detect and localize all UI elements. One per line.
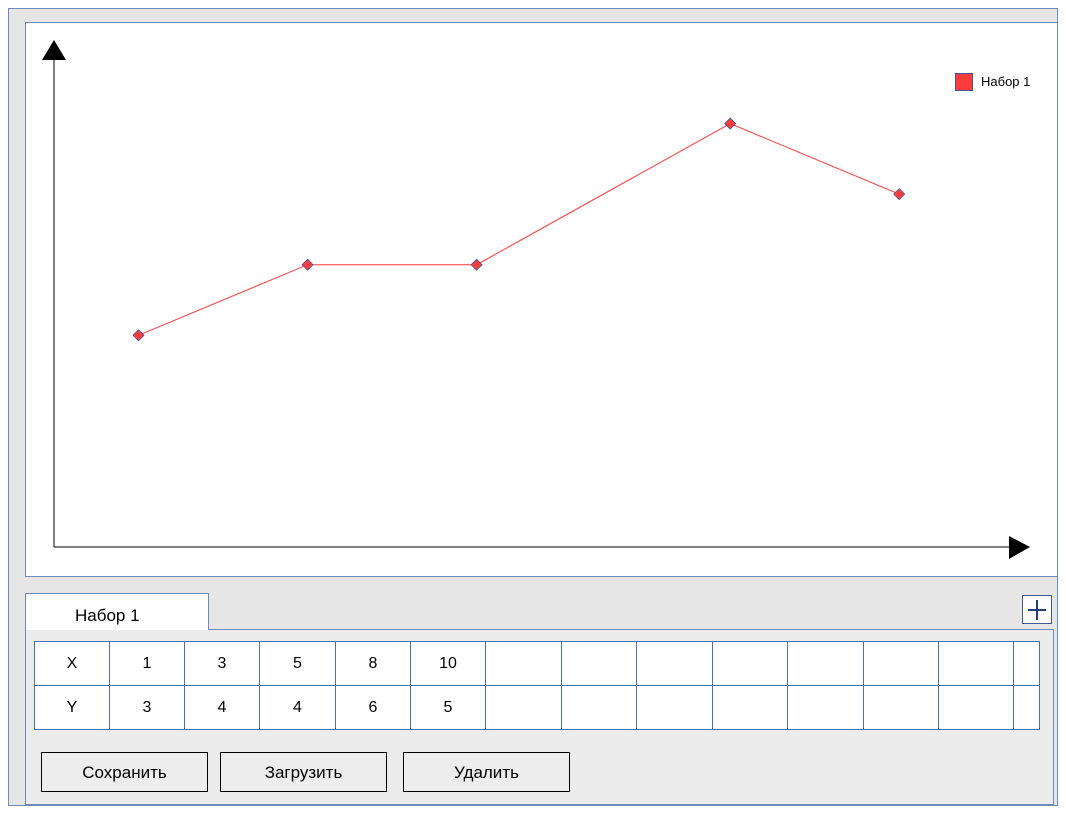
table-cell[interactable] bbox=[787, 641, 864, 686]
table-cell[interactable] bbox=[485, 685, 562, 730]
data-point bbox=[724, 117, 737, 130]
data-point bbox=[893, 188, 906, 201]
tab-dataset-1[interactable]: Набор 1 bbox=[25, 593, 209, 630]
table-cell[interactable]: 5 bbox=[259, 641, 336, 686]
line-chart bbox=[42, 40, 1030, 559]
table-cell[interactable]: 5 bbox=[410, 685, 486, 730]
data-point bbox=[470, 258, 483, 271]
table-cell[interactable] bbox=[863, 641, 939, 686]
table-cell[interactable] bbox=[1013, 641, 1040, 686]
table-cell[interactable]: 4 bbox=[259, 685, 336, 730]
table-cell[interactable]: 1 bbox=[109, 641, 185, 686]
table-cell[interactable]: 10 bbox=[410, 641, 486, 686]
table-cell[interactable] bbox=[938, 685, 1014, 730]
table-row: Y34465 bbox=[34, 685, 1040, 730]
table-cell[interactable] bbox=[1013, 685, 1040, 730]
table-cell[interactable] bbox=[561, 685, 637, 730]
table-cell[interactable] bbox=[863, 685, 939, 730]
table-cell[interactable]: 4 bbox=[184, 685, 260, 730]
x-axis-arrow bbox=[1009, 536, 1030, 559]
table-cell[interactable]: 3 bbox=[184, 641, 260, 686]
load-button[interactable]: Загрузить bbox=[220, 752, 387, 792]
data-table: X 1 3 5 8 10 Y 3 4 4 6 5 bbox=[34, 641, 1040, 730]
table-cell[interactable] bbox=[712, 641, 788, 686]
table-cell[interactable] bbox=[636, 685, 713, 730]
delete-button[interactable]: Удалить bbox=[403, 752, 570, 792]
data-point bbox=[132, 329, 145, 342]
save-button[interactable]: Сохранить bbox=[41, 752, 208, 792]
legend-label: Набор 1 bbox=[981, 74, 1031, 89]
row-header-cell: Y bbox=[34, 685, 110, 730]
table-cell[interactable] bbox=[938, 641, 1014, 686]
y-axis-arrow bbox=[42, 40, 66, 60]
row-header-cell: X bbox=[34, 641, 110, 686]
table-cell[interactable] bbox=[636, 641, 713, 686]
table-cell[interactable] bbox=[485, 641, 562, 686]
table-cell[interactable]: 6 bbox=[335, 685, 411, 730]
series-line bbox=[138, 123, 900, 336]
table-cell[interactable] bbox=[561, 641, 637, 686]
table-cell[interactable]: 8 bbox=[335, 641, 411, 686]
chart-panel: Набор 1 bbox=[25, 22, 1058, 577]
table-cell[interactable] bbox=[787, 685, 864, 730]
table-cell[interactable] bbox=[712, 685, 788, 730]
table-cell[interactable]: 3 bbox=[109, 685, 185, 730]
data-point bbox=[301, 258, 314, 271]
table-row: X 1 3 5 8 10 bbox=[34, 641, 1040, 686]
legend-swatch bbox=[955, 73, 973, 91]
add-tab-button[interactable] bbox=[1022, 595, 1052, 624]
